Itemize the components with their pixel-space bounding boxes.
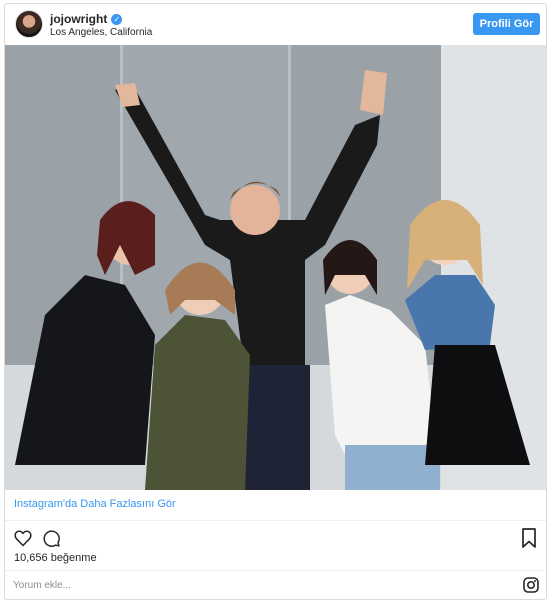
post-header: jojowright ✓ Los Angeles, California Prof… — [5, 4, 546, 44]
verified-badge-icon: ✓ — [111, 14, 123, 25]
instagram-logo-icon[interactable] — [523, 577, 539, 593]
post-photo[interactable] — [5, 45, 546, 490]
divider — [5, 520, 546, 521]
comment-icon[interactable] — [41, 528, 61, 548]
like-count[interactable]: 10,656 beğenme — [14, 552, 97, 564]
add-comment-input[interactable] — [13, 577, 493, 593]
location[interactable]: Los Angeles, California — [50, 27, 152, 38]
avatar[interactable] — [15, 10, 43, 38]
divider — [5, 570, 546, 571]
username[interactable]: jojowright ✓ — [50, 12, 123, 26]
view-profile-button[interactable]: Profili Gör — [473, 13, 540, 35]
photo-illustration — [5, 45, 546, 490]
heart-icon[interactable] — [13, 528, 33, 548]
instagram-embed-card: jojowright ✓ Los Angeles, California Prof… — [4, 3, 547, 600]
bookmark-icon[interactable] — [521, 528, 537, 548]
username-text[interactable]: jojowright — [50, 12, 107, 26]
view-more-on-instagram-link[interactable]: Instagram'da Daha Fazlasını Gör — [14, 498, 176, 510]
